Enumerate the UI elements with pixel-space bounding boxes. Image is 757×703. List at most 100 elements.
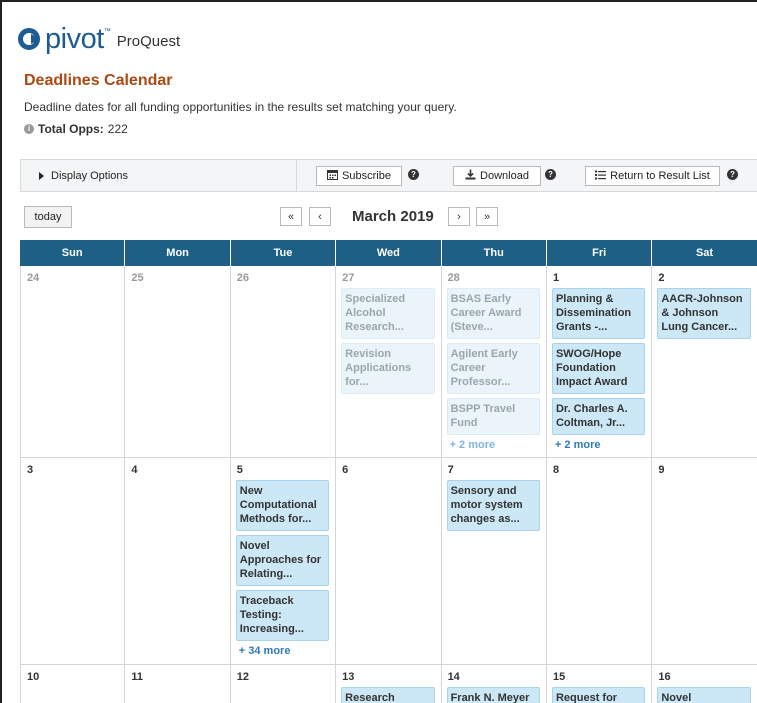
- day-cell[interactable]: 14 Frank N. Meyer: [442, 665, 547, 703]
- month-title: March 2019: [352, 208, 434, 225]
- day-number: 16: [658, 671, 671, 683]
- day-number: 5: [236, 464, 243, 476]
- calendar-event[interactable]: Novel: [657, 687, 751, 703]
- weekday-sat: Sat: [652, 240, 757, 266]
- calendar-event[interactable]: Sensory and motor system changes as...: [446, 480, 540, 531]
- more-events-link[interactable]: + 2 more: [555, 439, 645, 451]
- day-number: 11: [131, 671, 144, 683]
- day-cell[interactable]: 5 New Computational Methods for... Novel…: [231, 458, 337, 664]
- next-month-button[interactable]: ›: [448, 207, 470, 226]
- calendar-grid: Sun Mon Tue Wed Thu Fri Sat 24 25 26 27 …: [20, 240, 757, 703]
- day-cell[interactable]: 15 Request for Basic: [547, 665, 653, 703]
- display-options-label: Display Options: [51, 170, 129, 182]
- day-cell[interactable]: 4: [125, 458, 231, 664]
- total-label: Total Opps:: [38, 122, 104, 136]
- prev-month-button[interactable]: ‹: [309, 207, 331, 226]
- info-icon: i: [24, 124, 34, 134]
- return-to-results-button[interactable]: Return to Result List: [585, 166, 720, 186]
- day-number: 6: [342, 464, 349, 476]
- day-number: 24: [27, 272, 40, 284]
- day-cell[interactable]: 1 Planning & Dissemination Grants -... S…: [547, 266, 653, 457]
- today-button[interactable]: today: [24, 206, 72, 228]
- day-number: 14: [447, 671, 460, 683]
- day-cell[interactable]: 6: [336, 458, 442, 664]
- download-icon: [465, 169, 476, 183]
- subscribe-help-icon[interactable]: ?: [408, 169, 419, 180]
- day-number: 13: [342, 671, 355, 683]
- day-number: 26: [236, 272, 250, 284]
- calendar-event[interactable]: Revision Applications for...: [341, 343, 435, 394]
- toolbar: Display Options Subscribe ? Download ? R…: [20, 159, 757, 192]
- prev-year-button[interactable]: «: [280, 207, 302, 226]
- total-opps: i Total Opps: 222: [24, 122, 128, 136]
- calendar-event[interactable]: AACR-Johnson & Johnson Lung Cancer...: [657, 288, 751, 339]
- list-icon: [595, 170, 607, 183]
- weekday-mon: Mon: [125, 240, 231, 266]
- caret-right-icon: [39, 172, 44, 180]
- day-number: 12: [236, 671, 250, 683]
- next-year-button[interactable]: »: [476, 207, 498, 226]
- calendar-event[interactable]: BSAS Early Career Award (Steve...: [446, 288, 540, 339]
- calendar-event[interactable]: Research: [341, 687, 435, 703]
- day-cell[interactable]: 13 Research: [336, 665, 442, 703]
- pivot-logo-icon: [18, 28, 40, 50]
- day-cell[interactable]: 10: [20, 665, 126, 703]
- calendar-event[interactable]: BSPP Travel Fund: [446, 398, 540, 435]
- download-help-icon[interactable]: ?: [545, 169, 556, 180]
- weekday-header: Sun Mon Tue Wed Thu Fri Sat: [20, 240, 757, 266]
- weekday-sun: Sun: [20, 240, 126, 266]
- calendar-event[interactable]: Planning & Dissemination Grants -...: [551, 288, 646, 339]
- subscribe-button[interactable]: Subscribe: [316, 166, 402, 186]
- day-cell[interactable]: 7 Sensory and motor system changes as...: [442, 458, 547, 664]
- subscribe-label: Subscribe: [342, 170, 391, 182]
- calendar-icon: [327, 169, 339, 183]
- day-cell[interactable]: 26: [231, 266, 337, 457]
- download-button[interactable]: Download: [453, 166, 541, 186]
- day-cell[interactable]: 2 AACR-Johnson & Johnson Lung Cancer...: [652, 266, 757, 457]
- day-cell[interactable]: 3: [20, 458, 126, 664]
- app-frame: pivot ™ ProQuest Deadlines Calendar Dead…: [0, 0, 757, 703]
- display-options-toggle[interactable]: Display Options: [39, 170, 128, 182]
- day-cell[interactable]: 16 Novel: [652, 665, 757, 703]
- page-title: Deadlines Calendar: [24, 72, 173, 89]
- day-cell[interactable]: 9: [652, 458, 757, 664]
- calendar-event[interactable]: Specialized Alcohol Research...: [341, 288, 435, 339]
- day-number: 1: [552, 272, 560, 284]
- more-events-link[interactable]: + 2 more: [450, 439, 540, 451]
- logo-trademark: ™: [103, 28, 111, 35]
- day-cell[interactable]: 28 BSAS Early Career Award (Steve... Agi…: [442, 266, 547, 457]
- day-cell[interactable]: 8: [547, 458, 653, 664]
- total-value: 222: [107, 122, 128, 136]
- weekday-thu: Thu: [442, 240, 547, 266]
- day-number: 9: [658, 464, 665, 476]
- calendar-event[interactable]: Traceback Testing: Increasing...: [235, 590, 330, 641]
- logo-subtitle: ProQuest: [116, 32, 181, 50]
- pivot-logo[interactable]: pivot ™ ProQuest: [18, 24, 180, 54]
- day-number: 8: [552, 464, 560, 476]
- day-cell[interactable]: 11: [125, 665, 231, 703]
- calendar-event[interactable]: New Computational Methods for...: [235, 480, 330, 531]
- day-number: 2: [658, 272, 665, 284]
- calendar-event[interactable]: SWOG/Hope Foundation Impact Award: [551, 343, 646, 394]
- calendar-event[interactable]: Novel Approaches for Relating...: [235, 535, 330, 586]
- day-cell[interactable]: 25: [125, 266, 231, 457]
- calendar-week: 24 25 26 27 Specialized Alcohol Research…: [20, 266, 757, 458]
- calendar-event[interactable]: Request for Basic: [551, 687, 646, 703]
- day-number: 10: [27, 671, 40, 683]
- calendar-event[interactable]: Agilent Early Career Professor...: [446, 343, 540, 394]
- page-description: Deadline dates for all funding opportuni…: [24, 100, 457, 114]
- day-cell[interactable]: 12: [231, 665, 337, 703]
- return-help-icon[interactable]: ?: [727, 169, 738, 180]
- calendar-event[interactable]: Dr. Charles A. Coltman, Jr...: [551, 398, 646, 435]
- more-events-link[interactable]: + 34 more: [239, 645, 329, 657]
- calendar-event[interactable]: Frank N. Meyer: [446, 687, 540, 703]
- weekday-tue: Tue: [231, 240, 337, 266]
- day-number: 27: [342, 272, 355, 284]
- day-number: 3: [27, 464, 34, 476]
- logo-word: pivot: [45, 23, 104, 55]
- day-cell[interactable]: 27 Specialized Alcohol Research... Revis…: [336, 266, 442, 457]
- return-label: Return to Result List: [610, 170, 710, 182]
- day-number: 7: [447, 464, 454, 476]
- day-number: 25: [131, 272, 144, 284]
- day-cell[interactable]: 24: [20, 266, 126, 457]
